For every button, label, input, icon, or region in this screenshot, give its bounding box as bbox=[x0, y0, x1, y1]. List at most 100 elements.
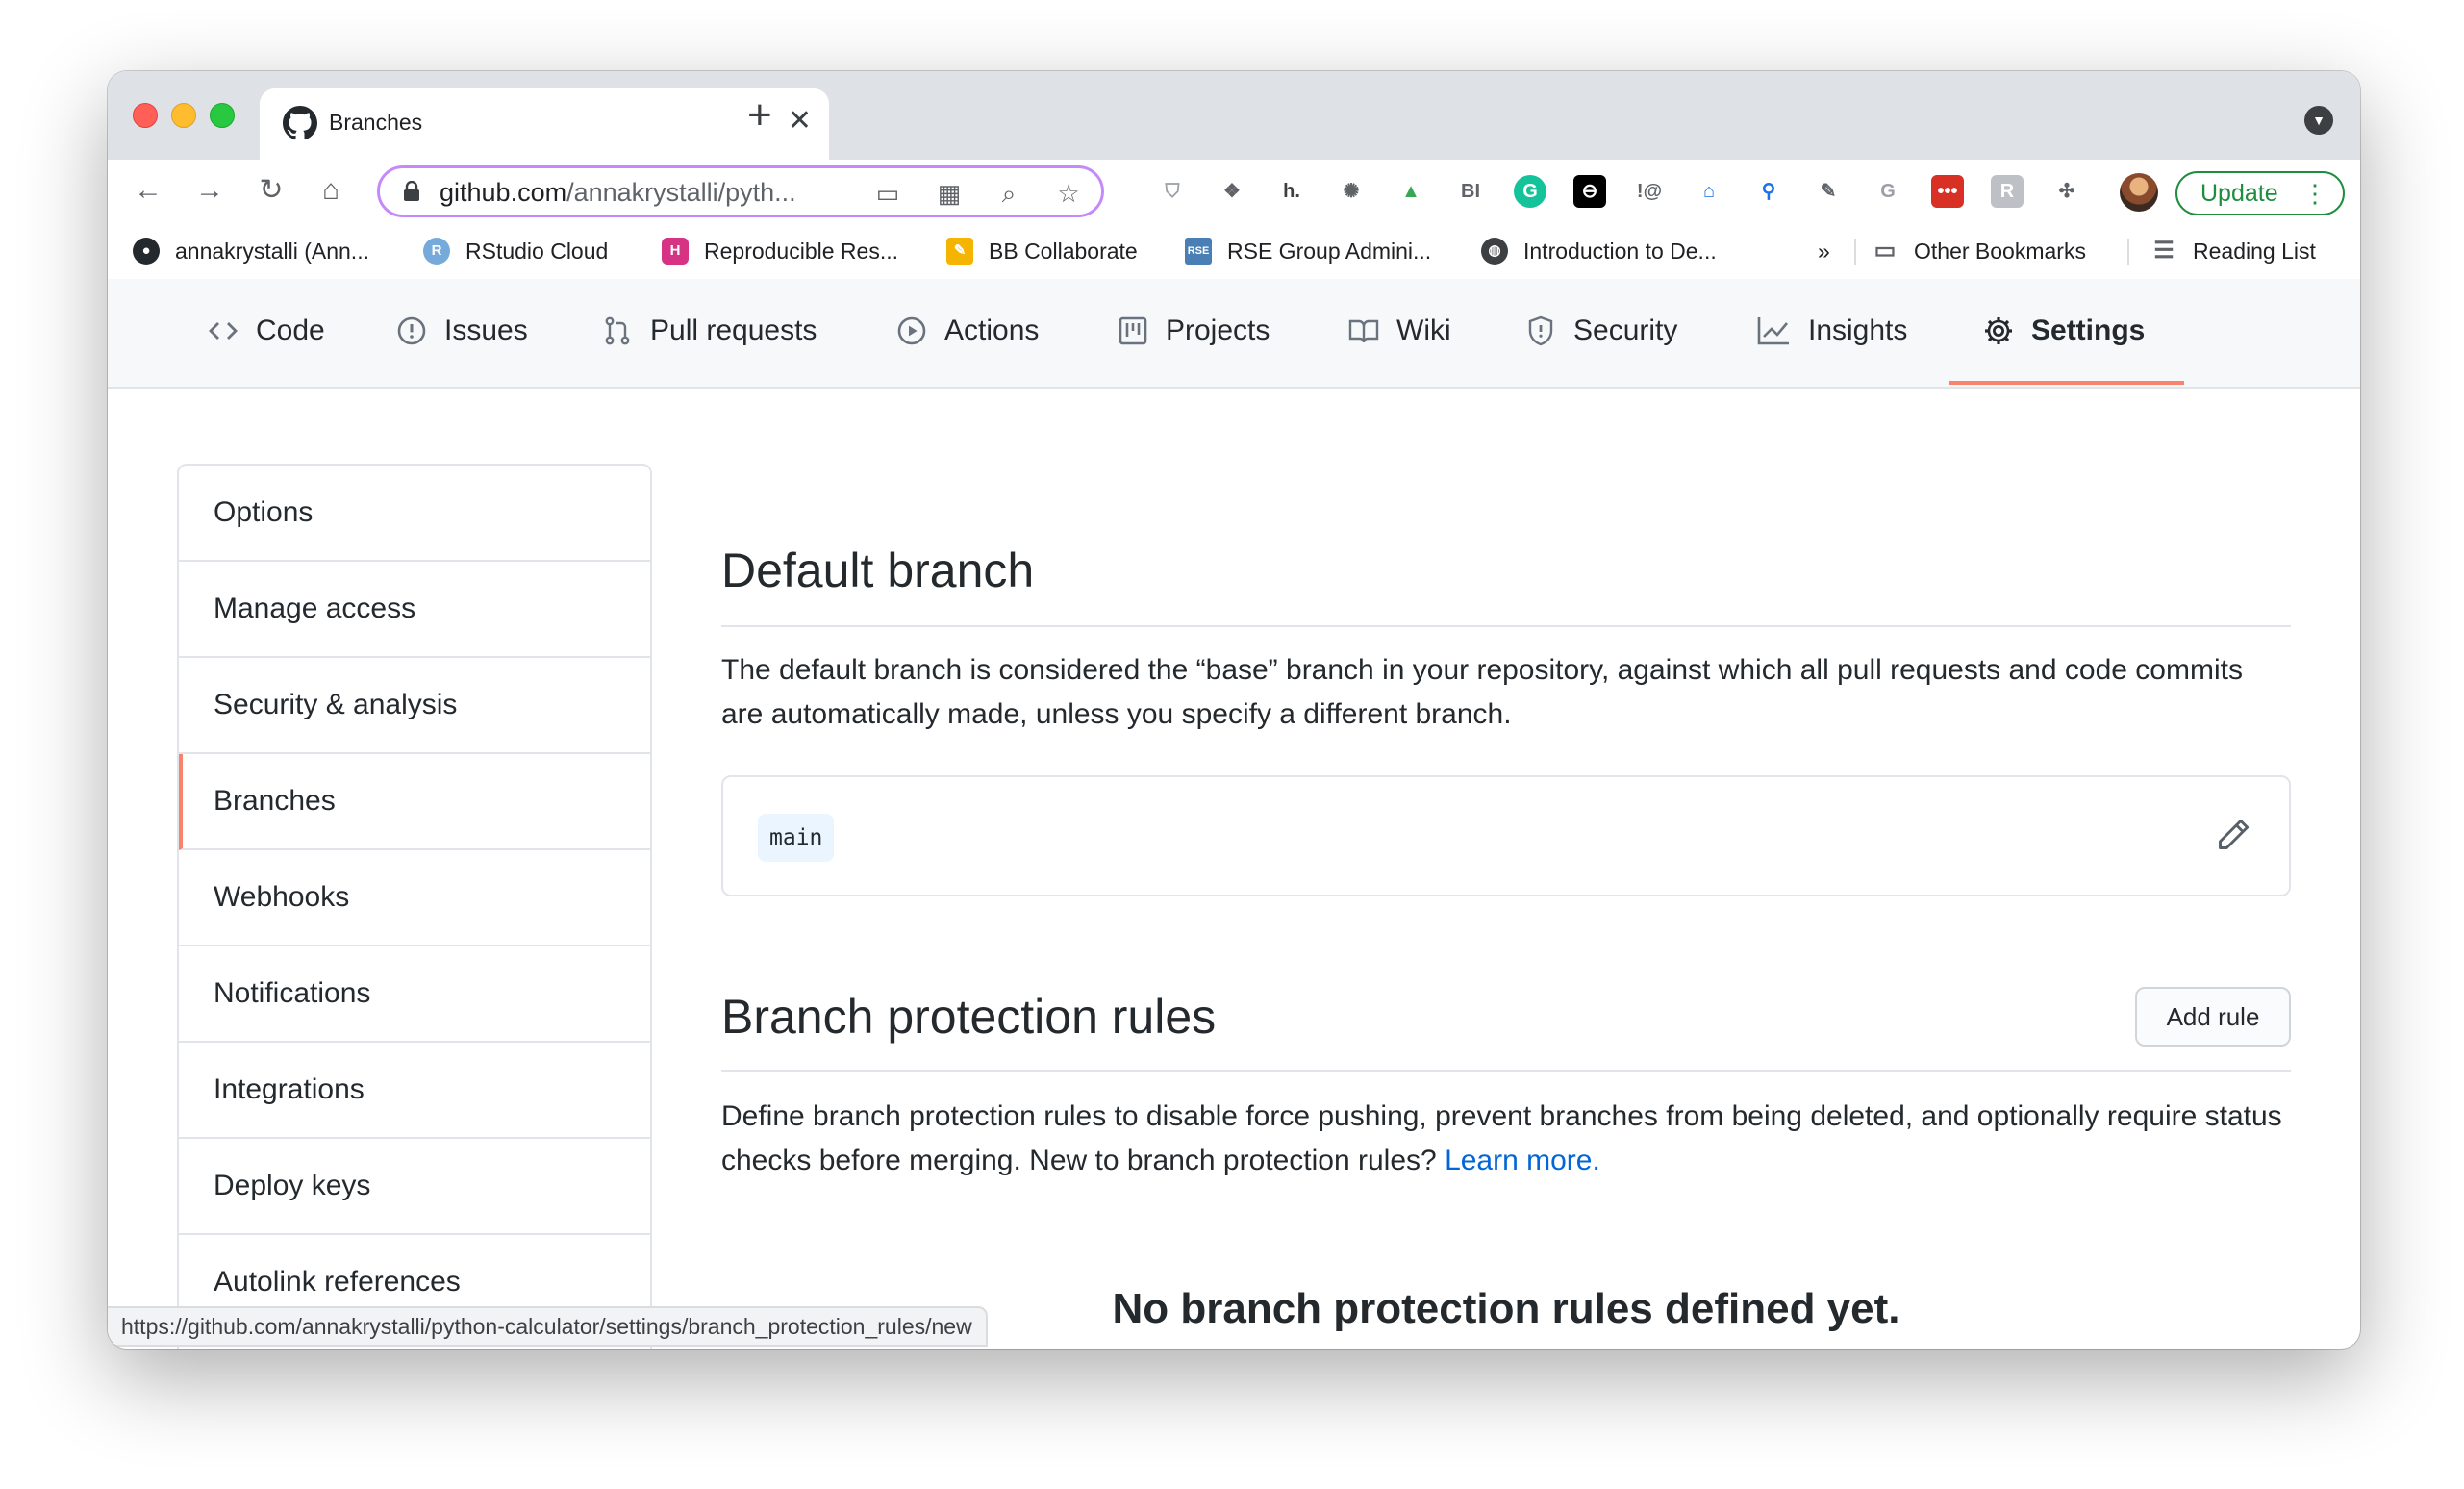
tab-insights[interactable]: Insights bbox=[1756, 312, 1907, 350]
extension-r-icon[interactable]: R bbox=[1991, 175, 2024, 208]
tab-wiki[interactable]: Wiki bbox=[1348, 312, 1451, 350]
dropbox-icon[interactable]: ❖ bbox=[1216, 175, 1248, 208]
learn-more-link[interactable]: Learn more. bbox=[1445, 1145, 1600, 1176]
hypothesis-icon[interactable]: h. bbox=[1275, 175, 1308, 208]
bookmark-label: Introduction to De... bbox=[1523, 238, 1717, 264]
play-icon bbox=[897, 316, 926, 345]
tab-label: Security bbox=[1573, 315, 1678, 346]
bookmark-label: Reading List bbox=[2193, 238, 2316, 264]
tab-label: Pull requests bbox=[650, 315, 817, 346]
new-tab-button[interactable]: + bbox=[747, 94, 772, 137]
bookmark-rstudio-cloud[interactable]: R RStudio Cloud bbox=[423, 237, 608, 265]
sidebar-item-notifications[interactable]: Notifications bbox=[179, 946, 650, 1043]
profile-avatar[interactable] bbox=[2120, 173, 2158, 212]
gear-icon bbox=[1985, 317, 2012, 344]
extension-bi-icon[interactable]: BI bbox=[1454, 175, 1487, 208]
bookmarks-overflow-button[interactable]: » bbox=[1818, 237, 1830, 265]
extension-chat-icon[interactable]: !@ bbox=[1633, 175, 1666, 208]
rstudio-icon: R bbox=[423, 238, 450, 265]
bookmark-star-icon[interactable]: ☆ bbox=[1053, 178, 1084, 209]
tab-label: Insights bbox=[1808, 315, 1908, 346]
default-branch-description: The default branch is considered the “ba… bbox=[721, 654, 2243, 730]
tab-label: Wiki bbox=[1396, 315, 1451, 346]
tab-code[interactable]: Code bbox=[208, 312, 325, 350]
globe-icon: ◍ bbox=[1481, 238, 1508, 265]
shield-icon bbox=[1528, 315, 1553, 346]
bookmark-label: Other Bookmarks bbox=[1914, 238, 2086, 264]
hexagon-icon: H bbox=[662, 238, 689, 265]
extensions-puzzle-icon[interactable]: ✣ bbox=[2050, 175, 2083, 208]
install-app-icon[interactable]: ▭ bbox=[872, 178, 903, 209]
tab-settings[interactable]: Settings bbox=[1983, 312, 2145, 350]
reading-list-icon: ☰ bbox=[2153, 238, 2175, 264]
extension-building-icon[interactable]: ⌂ bbox=[1693, 175, 1725, 208]
sidebar-item-security-analysis[interactable]: Security & analysis bbox=[179, 658, 650, 754]
google-icon[interactable]: G bbox=[1872, 175, 1904, 208]
zoom-window-button[interactable] bbox=[210, 103, 235, 128]
minimize-window-button[interactable] bbox=[171, 103, 196, 128]
tab-label: Settings bbox=[2031, 315, 2146, 346]
bookmark-other-bookmarks[interactable]: ▭ Other Bookmarks bbox=[1872, 237, 2086, 265]
bookmark-overflow-label: » bbox=[1818, 238, 1830, 264]
extension-badge-icon[interactable]: ••• bbox=[1931, 175, 1964, 208]
tab-pull-requests[interactable]: Pull requests bbox=[602, 312, 817, 350]
sidebar-item-integrations[interactable]: Integrations bbox=[179, 1043, 650, 1139]
bookmark-annakrystalli[interactable]: ● annakrystalli (Ann... bbox=[133, 237, 369, 265]
heading-divider bbox=[721, 1070, 2291, 1072]
graph-icon bbox=[1757, 317, 1789, 345]
qr-code-icon[interactable]: ▦ bbox=[934, 178, 965, 209]
browser-toolbar: ← → ↻ ⌂ github.com/annakrystalli/pyth...… bbox=[108, 160, 2360, 223]
reload-icon[interactable]: ↻ bbox=[250, 169, 292, 212]
add-rule-button[interactable]: Add rule bbox=[2135, 987, 2291, 1047]
back-icon[interactable]: ← bbox=[127, 169, 169, 212]
sidebar-item-deploy-keys[interactable]: Deploy keys bbox=[179, 1139, 650, 1235]
grammarly-icon[interactable]: G bbox=[1514, 175, 1546, 208]
github-icon bbox=[283, 106, 317, 140]
address-bar[interactable]: github.com/annakrystalli/pyth... ▭ ▦ ⌕ ☆ bbox=[377, 165, 1104, 217]
browser-window: Branches ✕ + ▼ ← → ↻ ⌂ github.com/annakr… bbox=[108, 71, 2360, 1349]
extension-lock-icon[interactable]: ⊖ bbox=[1573, 175, 1606, 208]
github-icon: ● bbox=[133, 238, 160, 265]
forward-icon[interactable]: → bbox=[189, 169, 231, 212]
sidebar-item-manage-access[interactable]: Manage access bbox=[179, 562, 650, 658]
extension-satellite-icon[interactable]: ⚲ bbox=[1752, 175, 1785, 208]
bookmark-reading-list[interactable]: ☰ Reading List bbox=[2150, 237, 2316, 265]
bookmark-divider bbox=[2127, 239, 2129, 265]
bookmark-rse-group[interactable]: RSE RSE Group Admini... bbox=[1185, 237, 1431, 265]
extension-shield-icon[interactable]: ⛉ bbox=[1156, 175, 1189, 208]
browser-tab-branches[interactable]: Branches ✕ bbox=[260, 88, 829, 160]
extension-globe-icon[interactable]: ✺ bbox=[1335, 175, 1368, 208]
tab-issues[interactable]: Issues bbox=[396, 312, 528, 350]
book-icon bbox=[1348, 319, 1379, 343]
tab-close-icon[interactable]: ✕ bbox=[788, 104, 812, 139]
tab-label: Issues bbox=[444, 315, 528, 346]
pencil-edit-icon[interactable] bbox=[2216, 818, 2250, 852]
tab-label: Actions bbox=[944, 315, 1040, 346]
sidebar-item-webhooks[interactable]: Webhooks bbox=[179, 850, 650, 946]
sidebar-item-options[interactable]: Options bbox=[179, 466, 650, 562]
folder-icon: ▭ bbox=[1873, 238, 1897, 264]
tab-actions[interactable]: Actions bbox=[896, 312, 1039, 350]
close-window-button[interactable] bbox=[133, 103, 158, 128]
pencil-icon: ✎ bbox=[946, 238, 973, 265]
zoom-icon[interactable]: ⌕ bbox=[993, 178, 1024, 209]
pull-request-icon bbox=[605, 316, 630, 345]
google-drive-icon[interactable]: ▲ bbox=[1395, 175, 1427, 208]
home-icon[interactable]: ⌂ bbox=[310, 169, 352, 212]
bookmark-label: annakrystalli (Ann... bbox=[175, 238, 369, 264]
sidebar-item-branches[interactable]: Branches bbox=[179, 754, 650, 850]
tab-security[interactable]: Security bbox=[1525, 312, 1677, 350]
bookmark-bb-collaborate[interactable]: ✎ BB Collaborate bbox=[946, 237, 1138, 265]
code-icon bbox=[209, 322, 238, 340]
eyedropper-icon[interactable]: ✎ bbox=[1812, 175, 1845, 208]
update-button[interactable]: Update ⋮ bbox=[2175, 171, 2345, 215]
update-label: Update bbox=[2200, 180, 2278, 207]
tab-projects[interactable]: Projects bbox=[1118, 312, 1270, 350]
issue-icon bbox=[397, 316, 426, 345]
bookmark-introduction[interactable]: ◍ Introduction to De... bbox=[1481, 237, 1717, 265]
tab-search-icon[interactable]: ▼ bbox=[2304, 106, 2333, 135]
repo-nav: Code Issues Pull requests Actions Projec… bbox=[108, 279, 2360, 389]
bookmark-divider bbox=[1854, 239, 1856, 265]
tab-strip: Branches ✕ + ▼ bbox=[108, 71, 2360, 160]
bookmark-reproducible-research[interactable]: H Reproducible Res... bbox=[662, 237, 898, 265]
